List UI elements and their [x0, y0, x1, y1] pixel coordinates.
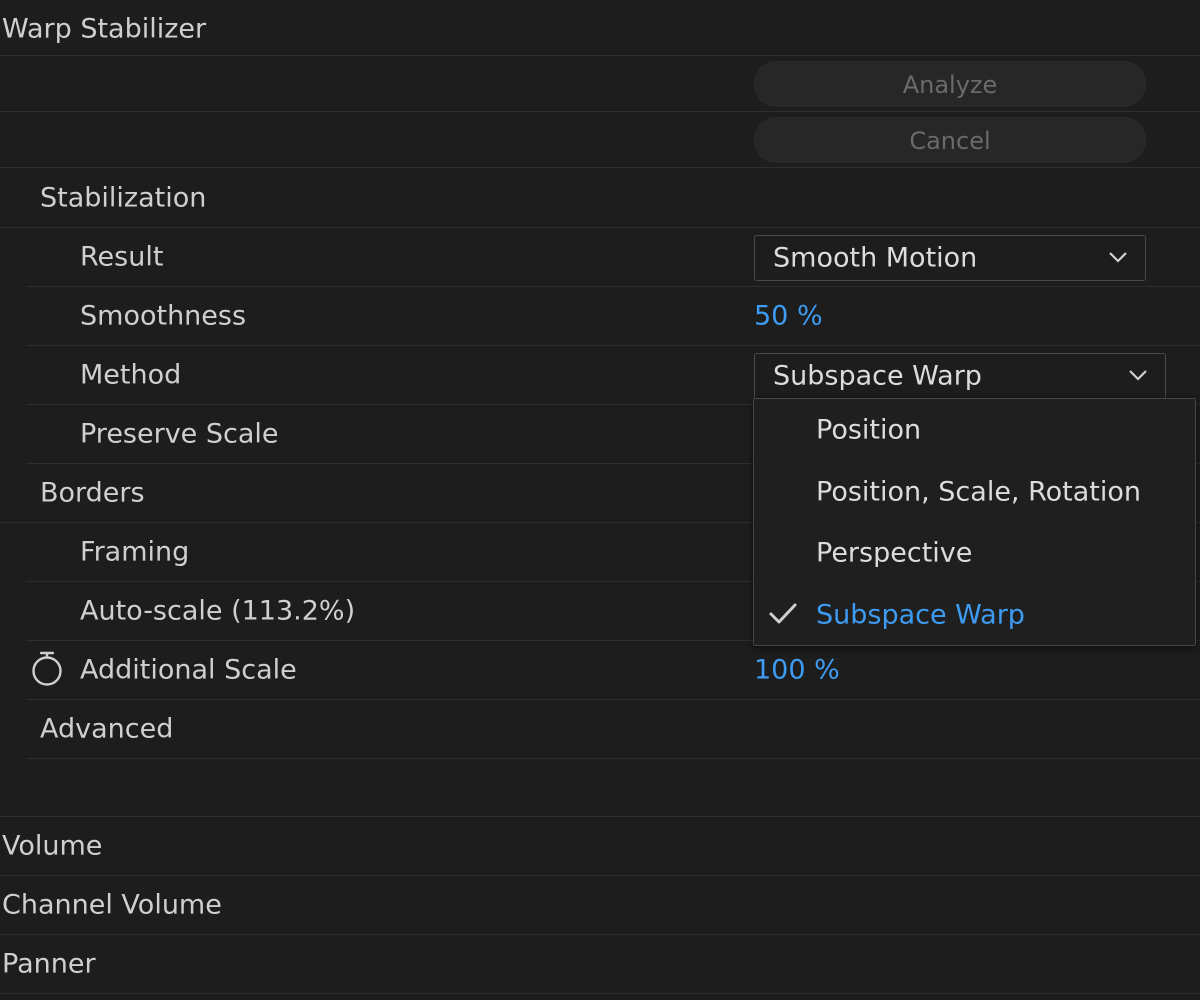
effect-header-panner[interactable]: Panner — [0, 935, 1200, 994]
method-dropdown-menu: Position Position, Scale, Rotation Persp… — [753, 398, 1196, 646]
property-label-smoothness: Smoothness — [80, 300, 247, 332]
property-label-method: Method — [80, 359, 182, 391]
cancel-row: Cancel — [0, 112, 1200, 168]
property-label-autoscale: Auto-scale (113.2%) — [80, 595, 356, 627]
dropdown-option-perspective[interactable]: Perspective — [754, 522, 1195, 584]
cancel-button[interactable]: Cancel — [754, 117, 1146, 163]
checkmark-icon — [769, 603, 797, 624]
effect-label-panner: Panner — [2, 948, 96, 980]
property-label-framing: Framing — [80, 536, 190, 568]
additional-scale-value[interactable]: 100 % — [754, 655, 840, 686]
analyze-row: Analyze — [0, 56, 1200, 112]
section-stabilization[interactable]: Stabilization — [0, 168, 1200, 228]
property-label-result: Result — [80, 241, 164, 273]
option-label: Position, Scale, Rotation — [816, 476, 1142, 508]
dropdown-option-position[interactable]: Position — [754, 399, 1195, 461]
property-label-preserve-scale: Preserve Scale — [80, 418, 279, 450]
result-select-value: Smooth Motion — [773, 242, 978, 274]
option-label: Position — [816, 414, 922, 446]
chevron-down-icon — [1129, 370, 1147, 381]
section-advanced[interactable]: Advanced — [26, 700, 1200, 759]
smoothness-value[interactable]: 50 % — [754, 301, 823, 332]
method-select[interactable]: Subspace Warp — [754, 353, 1166, 399]
stopwatch-icon[interactable] — [30, 650, 64, 688]
effect-label-volume: Volume — [2, 830, 103, 862]
dropdown-option-subspace-warp[interactable]: Subspace Warp — [754, 584, 1195, 646]
option-label: Perspective — [816, 537, 973, 569]
result-select[interactable]: Smooth Motion — [754, 235, 1146, 281]
effect-controls-panel: Warp Stabilizer Analyze Cancel Stabiliza… — [0, 0, 1200, 1000]
chevron-down-icon — [1109, 252, 1127, 263]
dropdown-option-position-scale-rotation[interactable]: Position, Scale, Rotation — [754, 461, 1195, 523]
effect-title: Warp Stabilizer — [2, 13, 207, 44]
effect-header-channel-volume[interactable]: Channel Volume — [0, 876, 1200, 935]
property-row-smoothness: Smoothness 50 % — [26, 287, 1200, 346]
analyze-button[interactable]: Analyze — [754, 61, 1146, 107]
property-label-additional-scale: Additional Scale — [80, 654, 297, 686]
effect-header-warp-stabilizer[interactable]: Warp Stabilizer — [0, 2, 1200, 56]
section-label-borders: Borders — [40, 477, 145, 509]
section-label-advanced: Advanced — [40, 713, 174, 745]
property-row-additional-scale: Additional Scale 100 % — [26, 641, 1200, 700]
option-label: Subspace Warp — [816, 599, 1025, 631]
effect-header-volume[interactable]: Volume — [0, 817, 1200, 876]
spacer-row — [0, 759, 1200, 817]
effect-label-channel-volume: Channel Volume — [2, 889, 222, 921]
method-select-value: Subspace Warp — [773, 360, 982, 392]
section-label-stabilization: Stabilization — [40, 182, 207, 213]
